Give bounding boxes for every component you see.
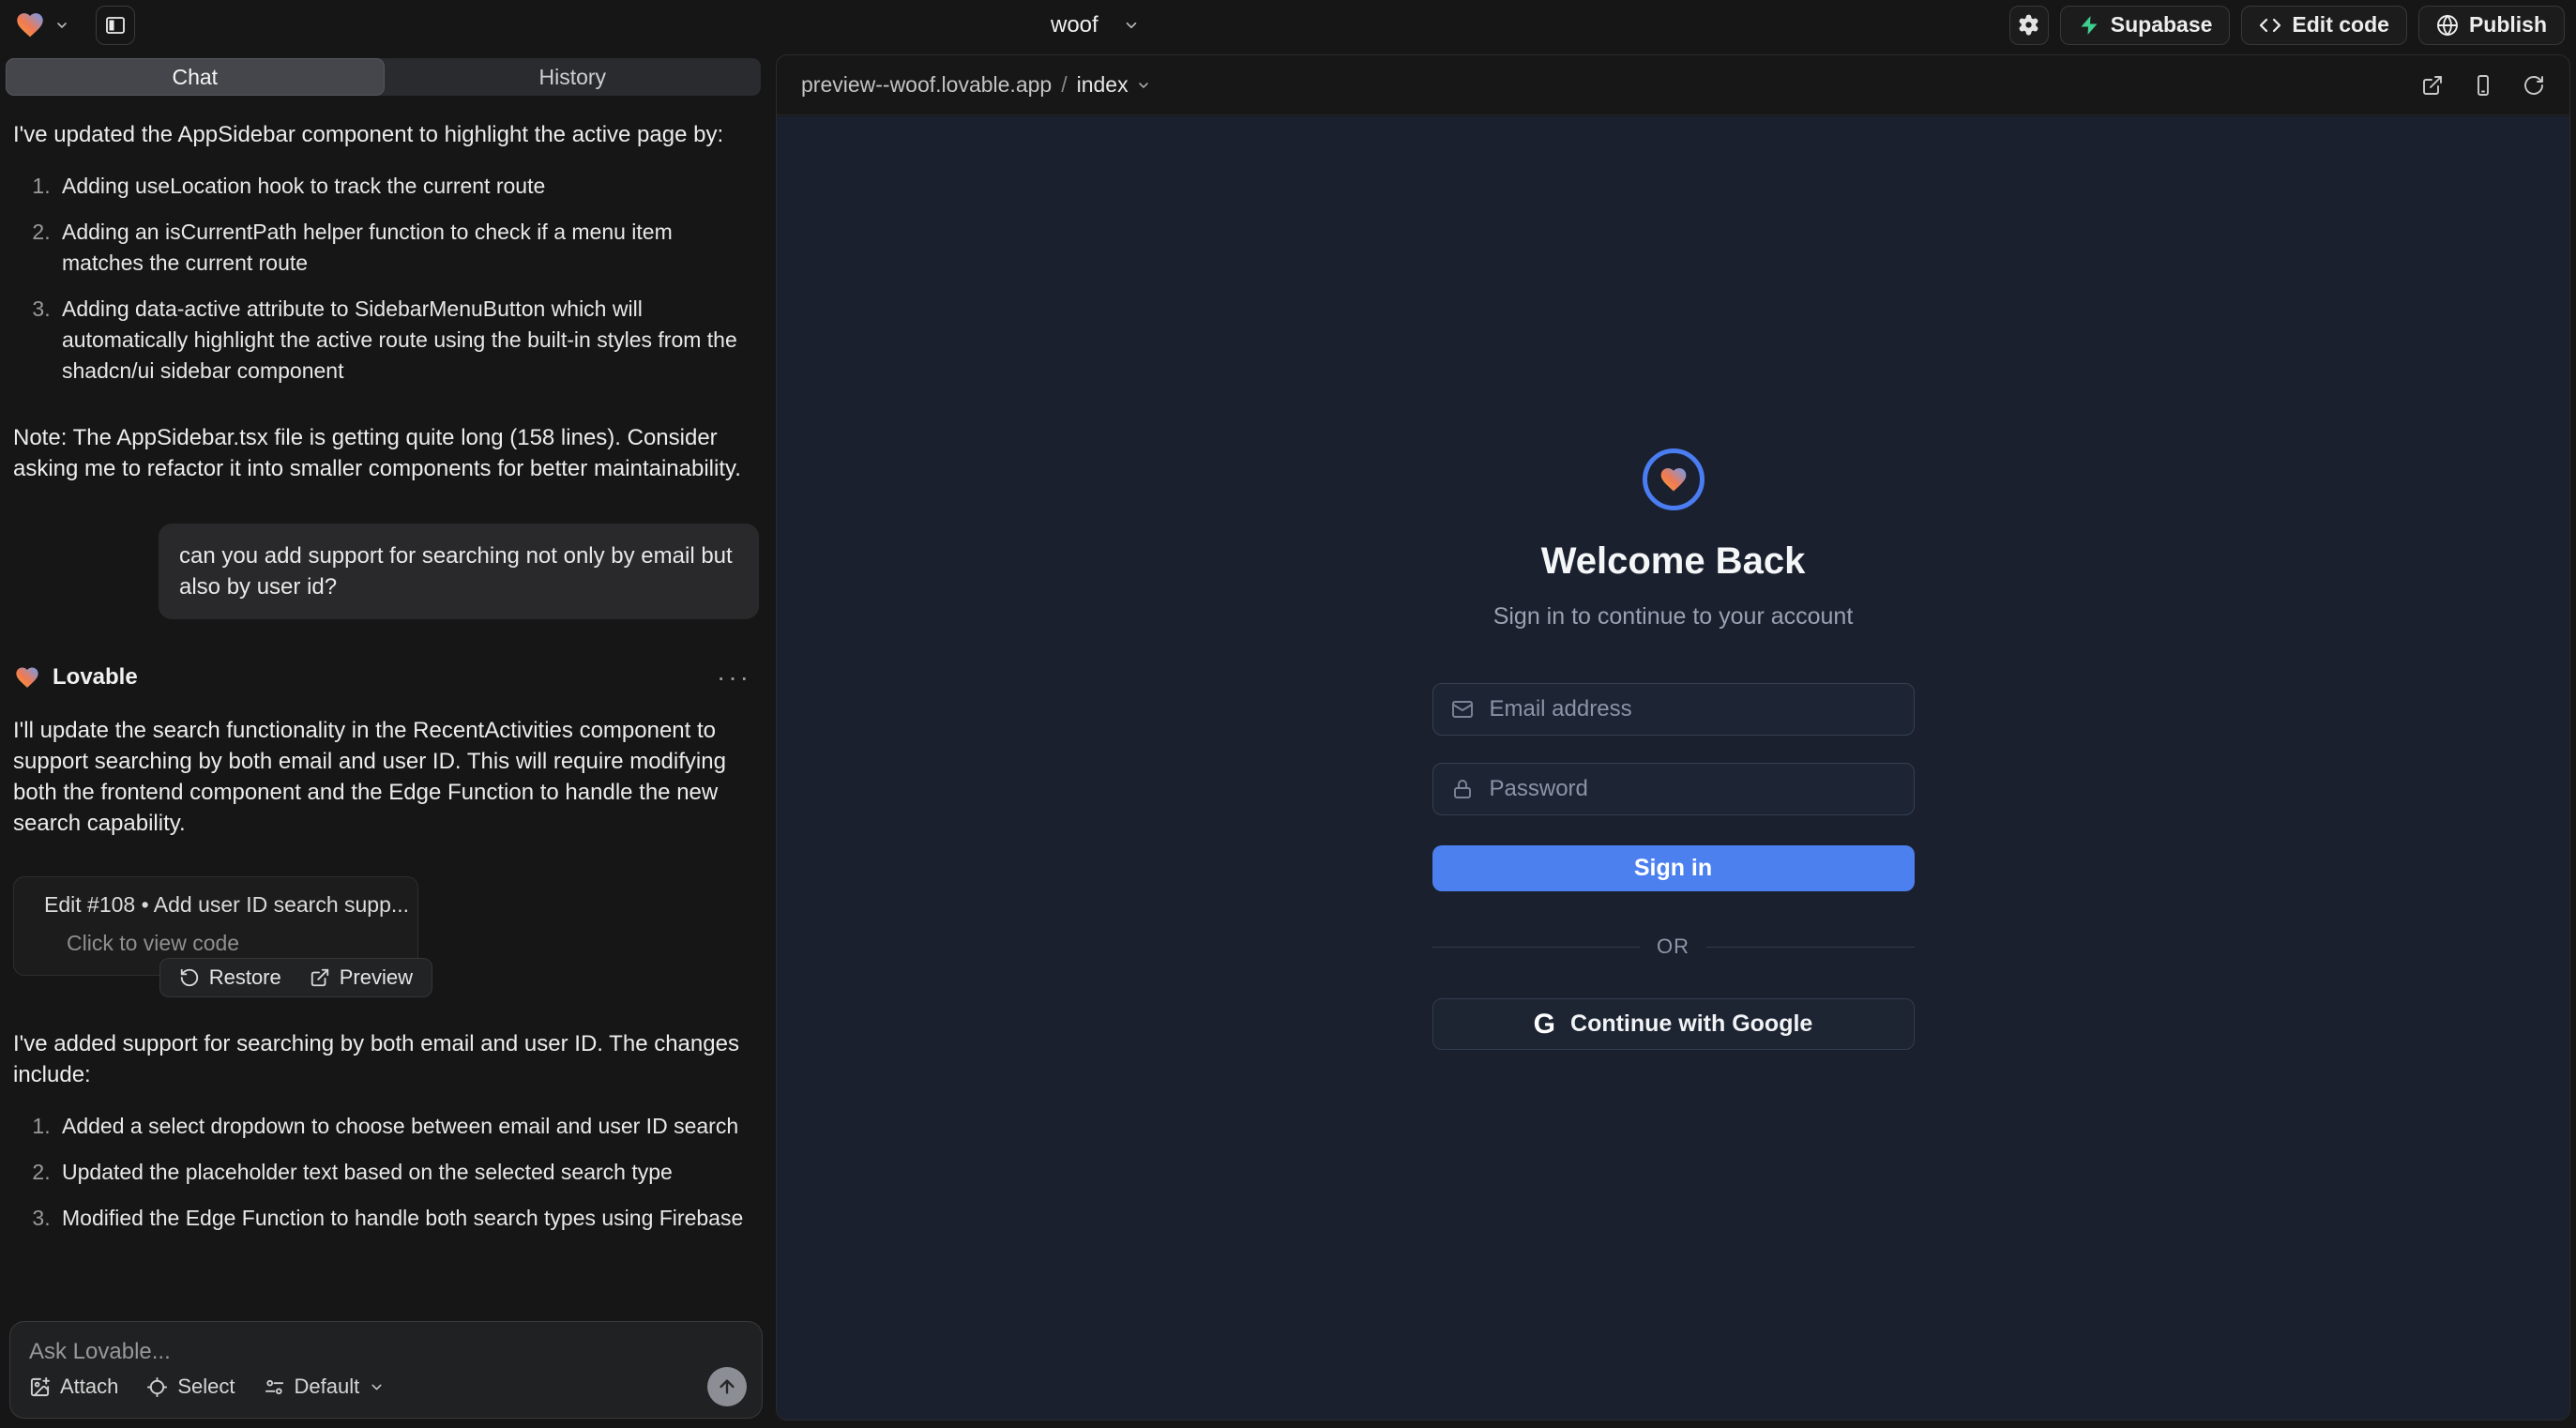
assistant-header: Lovable ··· (13, 662, 759, 692)
assistant-paragraph: I'll update the search functionality in … (13, 715, 759, 839)
attach-button[interactable]: Attach (29, 1375, 118, 1399)
top-bar: woof Supabase Edit code Publish (0, 0, 2576, 50)
supabase-icon (2078, 14, 2100, 37)
or-divider: OR (1432, 934, 1915, 959)
assistant-name: Lovable (53, 664, 138, 691)
edit-card-title: Edit #108 • Add user ID search supp... (44, 892, 409, 918)
list-item: Adding an isCurrentPath helper function … (56, 217, 759, 279)
chevron-down-icon (54, 18, 69, 33)
rotate-ccw-icon (179, 967, 200, 988)
signin-card: Welcome Back Sign in to continue to your… (1432, 448, 1915, 1050)
mail-icon (1451, 698, 1474, 721)
edit-card-subtitle: Click to view code (67, 931, 401, 956)
publish-button[interactable]: Publish (2418, 6, 2565, 45)
preview-button[interactable]: Preview (310, 965, 413, 990)
page-selector[interactable]: index (1077, 72, 1151, 98)
lovable-logo-menu[interactable] (13, 9, 69, 40)
preview-host: preview--woof.lovable.app (801, 72, 1052, 98)
lovable-heart-icon (13, 664, 41, 691)
list-item: Adding data-active attribute to SidebarM… (56, 294, 759, 387)
google-g-icon: G (1534, 1010, 1555, 1039)
composer-toolbar: Attach Select Default (29, 1367, 747, 1406)
send-button[interactable] (707, 1367, 747, 1406)
chevron-down-icon (1123, 17, 1140, 34)
app-logo (1643, 448, 1705, 510)
external-link-icon (2421, 74, 2444, 97)
preview-panel: preview--woof.lovable.app / index (776, 54, 2570, 1420)
open-in-new-tab-button[interactable] (2421, 74, 2444, 97)
edit-code-button[interactable]: Edit code (2241, 6, 2407, 45)
supabase-label: Supabase (2111, 12, 2213, 38)
continue-with-google-button[interactable]: G Continue with Google (1432, 998, 1915, 1050)
chevron-down-icon (1136, 78, 1151, 93)
publish-label: Publish (2469, 12, 2547, 38)
message-more-button[interactable]: ··· (717, 662, 751, 692)
lock-icon (1451, 778, 1474, 800)
mode-selector[interactable]: Default (264, 1375, 386, 1399)
restore-preview-toolbar: Restore Preview (159, 958, 432, 997)
assistant-paragraph: I've added support for searching by both… (13, 1028, 759, 1090)
sidebar-toggle-button[interactable] (96, 6, 135, 45)
restore-button[interactable]: Restore (179, 965, 281, 990)
list-item: Updated the placeholder text based on th… (56, 1157, 759, 1188)
assistant-numbered-list: Adding useLocation hook to track the cur… (13, 171, 759, 402)
chat-history-tabs: Chat History (6, 58, 761, 96)
lovable-heart-icon (13, 9, 47, 40)
url-separator: / (1061, 72, 1067, 98)
project-menu[interactable]: woof (1051, 0, 1140, 50)
page-title: Welcome Back (1541, 540, 1806, 583)
sign-in-button[interactable]: Sign in (1432, 845, 1915, 891)
list-item: Adding useLocation hook to track the cur… (56, 171, 759, 202)
smartphone-icon (2472, 74, 2494, 97)
assistant-note: Note: The AppSidebar.tsx file is getting… (13, 422, 759, 484)
email-field-wrap (1432, 683, 1915, 736)
refresh-button[interactable] (2523, 74, 2545, 97)
page-subtitle: Sign in to continue to your account (1493, 603, 1854, 630)
current-page: index (1077, 72, 1129, 98)
heart-icon (1658, 464, 1690, 494)
external-link-icon (310, 967, 330, 988)
code-icon (2259, 14, 2281, 37)
supabase-button[interactable]: Supabase (2060, 6, 2231, 45)
list-item: Modified the Edge Function to handle bot… (56, 1203, 759, 1240)
composer-input[interactable]: Ask Lovable... (29, 1339, 743, 1365)
project-name: woof (1051, 12, 1099, 38)
password-field[interactable] (1432, 763, 1915, 815)
panel-left-icon (104, 14, 127, 37)
email-field[interactable] (1432, 683, 1915, 736)
chat-panel: Chat History I've updated the AppSidebar… (0, 50, 772, 1428)
settings-button[interactable] (2009, 6, 2049, 45)
locate-icon (146, 1376, 168, 1398)
user-message-bubble: can you add support for searching not on… (159, 524, 759, 619)
app-preview-content: Welcome Back Sign in to continue to your… (777, 116, 2569, 1420)
mobile-view-button[interactable] (2472, 74, 2494, 97)
edit-code-label: Edit code (2292, 12, 2389, 38)
image-plus-icon (29, 1376, 51, 1398)
or-label: OR (1640, 934, 1706, 959)
refresh-icon (2523, 74, 2545, 97)
globe-icon (2436, 14, 2459, 37)
edit-code-card[interactable]: Edit #108 • Add user ID search supp... C… (13, 876, 418, 976)
gear-icon (2017, 13, 2040, 37)
preview-url-bar: preview--woof.lovable.app / index (777, 55, 2569, 115)
chat-composer[interactable]: Ask Lovable... Attach Select Default (9, 1321, 763, 1419)
password-field-wrap (1432, 763, 1915, 815)
arrow-up-icon (717, 1376, 737, 1397)
tab-chat[interactable]: Chat (6, 58, 385, 96)
assistant-numbered-list: Added a select dropdown to choose betwee… (13, 1111, 759, 1240)
chat-message-list: I've updated the AppSidebar component to… (0, 108, 772, 1240)
list-item: Added a select dropdown to choose betwee… (56, 1111, 759, 1142)
tab-history[interactable]: History (385, 58, 762, 96)
select-button[interactable]: Select (146, 1375, 235, 1399)
chevron-down-icon (369, 1379, 385, 1395)
sliders-icon (264, 1376, 285, 1398)
assistant-paragraph: I've updated the AppSidebar component to… (13, 119, 759, 150)
